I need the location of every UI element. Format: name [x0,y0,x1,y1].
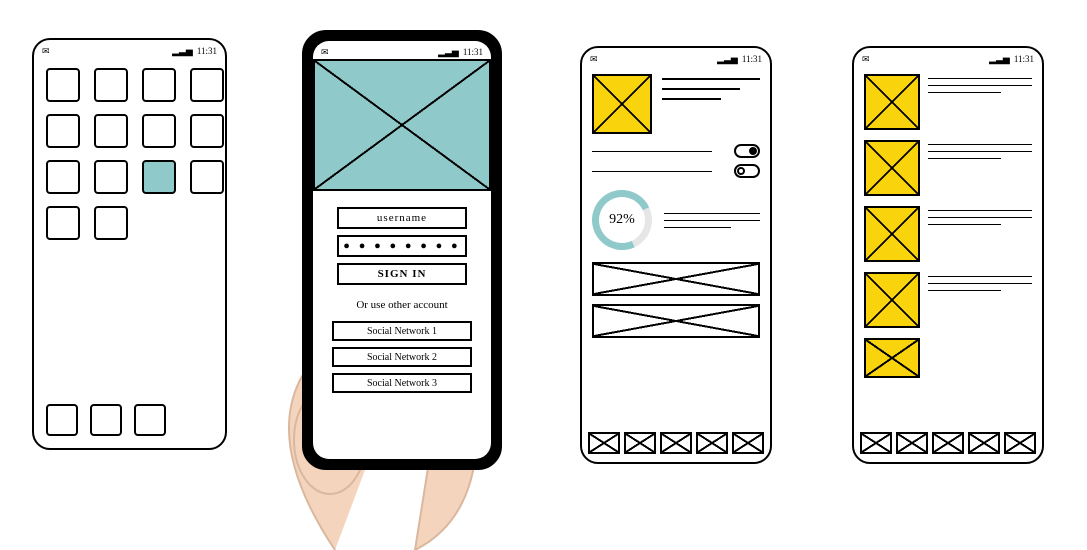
stat-line [664,213,760,214]
app-icon[interactable] [94,160,128,194]
app-icon[interactable] [142,114,176,148]
signal-icon: ▂▃▅ [172,46,193,57]
progress-value: 92% [592,190,652,250]
card-placeholder[interactable] [592,304,760,338]
subtitle-line [662,98,721,100]
title-line [662,78,760,80]
clock: 11:31 [742,54,762,64]
tab-item[interactable] [968,432,1000,454]
signal-icon: ▂▃▅ [438,47,459,58]
social-login-button[interactable]: Social Network 3 [332,373,472,393]
app-icon[interactable] [190,68,224,102]
app-icon[interactable] [142,68,176,102]
feed-subtitle [928,224,1001,225]
status-bar: ✉ ▂▃▅ 11:31 [854,48,1042,66]
app-icon-selected[interactable] [142,160,176,194]
screen-home: ✉ ▂▃▅ 11:31 [32,38,227,450]
feed-subtitle [928,283,1032,284]
social-login-button[interactable]: Social Network 1 [332,321,472,341]
app-icon[interactable] [94,68,128,102]
thumb-placeholder [864,272,920,328]
app-icon[interactable] [190,160,224,194]
feed-item[interactable] [864,272,1032,328]
thumb-placeholder [864,338,920,378]
envelope-icon: ✉ [321,47,329,58]
feed-subtitle [928,92,1001,93]
app-icon[interactable] [190,114,224,148]
tab-item[interactable] [660,432,692,454]
dock [46,404,166,436]
dock-icon[interactable] [46,404,78,436]
tab-bar [860,432,1036,454]
dock-icon[interactable] [90,404,122,436]
status-bar: ✉ ▂▃▅ 11:31 [34,40,225,58]
feed-subtitle [928,217,1032,218]
tab-item[interactable] [860,432,892,454]
status-bar: ✉ ▂▃▅ 11:31 [313,41,491,59]
app-icon[interactable] [46,114,80,148]
screen-dashboard: ✉ ▂▃▅ 11:31 92% [580,46,772,464]
app-icon[interactable] [94,206,128,240]
login-form: username ● ● ● ● ● ● ● ● SIGN IN Or use … [313,191,491,393]
app-grid [34,58,225,250]
screen-login-device: ✉ ▂▃▅ 11:31 username ● ● ● ● ● ● ● ● SIG… [302,30,502,470]
feed-subtitle [928,85,1032,86]
feed-subtitle [928,290,1001,291]
card-placeholder[interactable] [592,262,760,296]
tab-item[interactable] [732,432,764,454]
thumb-placeholder [864,206,920,262]
social-login-button[interactable]: Social Network 2 [332,347,472,367]
envelope-icon: ✉ [42,46,50,57]
feed-title [928,144,1032,145]
tab-item[interactable] [696,432,728,454]
avatar-placeholder [592,74,652,134]
tab-item[interactable] [932,432,964,454]
app-icon[interactable] [46,160,80,194]
dock-icon[interactable] [134,404,166,436]
feed-title [928,276,1032,277]
app-icon[interactable] [46,206,80,240]
clock: 11:31 [463,47,483,57]
feed-subtitle [928,151,1032,152]
sign-in-button[interactable]: SIGN IN [337,263,467,285]
feed-item[interactable] [864,74,1032,130]
envelope-icon: ✉ [862,54,870,65]
clock: 11:31 [197,46,217,56]
app-icon[interactable] [46,68,80,102]
progress-gauge: 92% [592,190,652,250]
password-field[interactable]: ● ● ● ● ● ● ● ● [337,235,467,257]
tab-bar [588,432,764,454]
setting-label [592,171,712,172]
alt-login-label: Or use other account [356,299,447,311]
tab-item[interactable] [624,432,656,454]
thumb-placeholder [864,74,920,130]
stat-line [664,220,760,221]
signal-icon: ▂▃▅ [717,54,738,65]
feed-subtitle [928,158,1001,159]
feed-title [928,210,1032,211]
tab-item[interactable] [896,432,928,454]
envelope-icon: ✉ [590,54,598,65]
username-field[interactable]: username [337,207,467,229]
feed-item-small[interactable] [864,338,1032,378]
tab-item[interactable] [1004,432,1036,454]
setting-label [592,151,712,152]
screen-feed: ✉ ▂▃▅ 11:31 [852,46,1044,464]
wireframe-flow-diagram: ✉ ▂▃▅ 11:31 [0,0,1087,550]
status-bar: ✉ ▂▃▅ 11:31 [582,48,770,66]
tab-item[interactable] [588,432,620,454]
feed-item[interactable] [864,140,1032,196]
subtitle-line [662,88,740,90]
signal-icon: ▂▃▅ [989,54,1010,65]
app-icon[interactable] [94,114,128,148]
feed-title [928,78,1032,79]
toggle-switch[interactable] [734,164,760,178]
stat-line [664,227,731,228]
feed-item[interactable] [864,206,1032,262]
thumb-placeholder [864,140,920,196]
hero-image-placeholder [313,59,491,191]
clock: 11:31 [1014,54,1034,64]
toggle-switch[interactable] [734,144,760,158]
